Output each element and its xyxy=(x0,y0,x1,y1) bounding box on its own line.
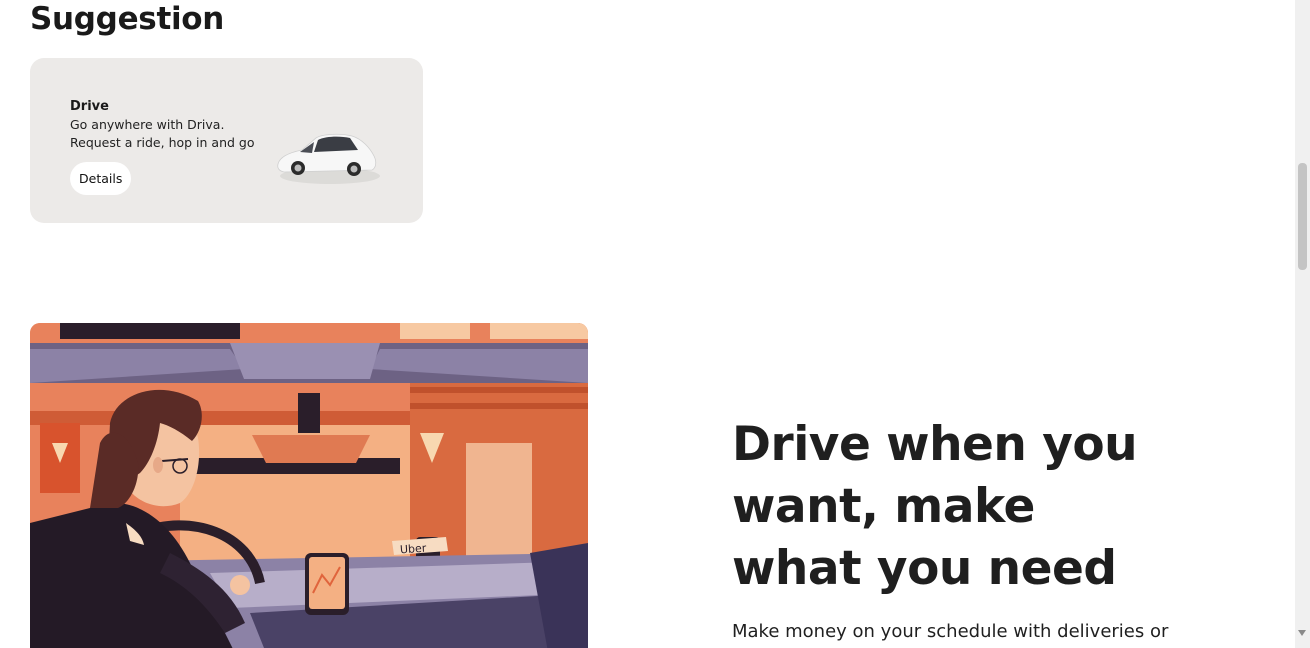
details-button[interactable]: Details xyxy=(70,162,132,195)
hero-heading: Drive when you want, make what you need xyxy=(732,417,1138,596)
suggestion-card-drive[interactable]: Drive Go anywhere with Driva. Request a … xyxy=(30,58,423,223)
driver-in-car-illustration: Uber xyxy=(30,323,588,648)
card-title: Drive xyxy=(70,99,109,114)
scroll-down-arrow-icon[interactable] xyxy=(1298,630,1306,636)
vertical-scrollbar[interactable] xyxy=(1295,0,1310,648)
section-title: Suggestion xyxy=(30,1,225,37)
card-description: Go anywhere with Driva. Request a ride, … xyxy=(70,117,255,150)
hero-illustration: Uber xyxy=(30,323,588,648)
hero-subtext: Make money on your schedule with deliver… xyxy=(732,621,1169,642)
page: Suggestion Drive Go anywhere with Driva.… xyxy=(0,0,1310,648)
uber-sign-text: Uber xyxy=(400,542,428,557)
scrollbar-thumb[interactable] xyxy=(1298,163,1307,270)
white-car-icon xyxy=(277,133,380,184)
